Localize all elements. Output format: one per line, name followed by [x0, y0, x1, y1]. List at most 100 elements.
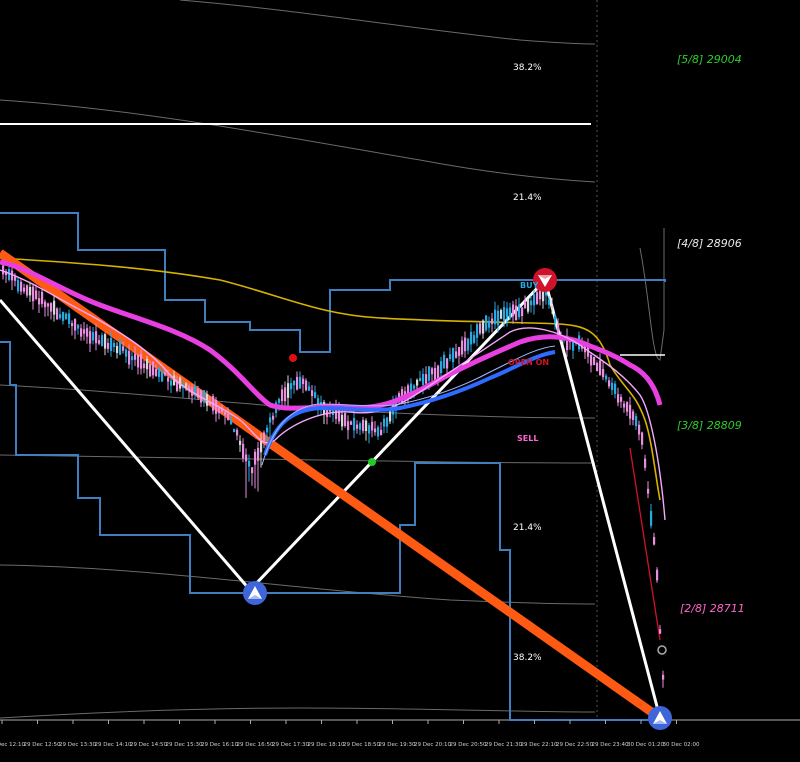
x-axis-tick-label: 29 Dec 21:30	[485, 742, 522, 748]
fib-label: 38.2%	[513, 63, 542, 73]
candle-body	[80, 328, 83, 337]
candle-body	[446, 358, 449, 369]
candle-body	[464, 337, 467, 352]
candle-body	[164, 372, 167, 376]
candle-body	[626, 402, 629, 412]
candle-body	[644, 458, 647, 468]
candle-body	[377, 427, 380, 437]
candle-body	[359, 423, 362, 430]
candle-body	[20, 281, 23, 292]
candle-body	[614, 383, 617, 394]
candle-body	[65, 313, 68, 320]
murrey-label-3-8: [3/8] 28809	[677, 419, 742, 432]
candle-body	[527, 299, 530, 312]
candle-body	[509, 307, 512, 319]
candle-body	[599, 360, 602, 376]
candle-body	[245, 454, 248, 462]
candle-body	[44, 301, 47, 308]
candle-body	[662, 674, 665, 680]
candle-body	[497, 310, 500, 326]
candle-body	[440, 361, 443, 374]
candle-body	[107, 343, 110, 349]
candle-body	[161, 371, 164, 382]
candle-body	[302, 378, 305, 384]
candle-body	[380, 429, 383, 436]
candle-body	[71, 323, 74, 327]
candle-body	[590, 355, 593, 366]
murrey-label-5-8: [5/8] 29004	[677, 53, 742, 66]
candle-body	[68, 313, 71, 324]
candle-body	[50, 303, 53, 312]
x-axis-tick-label: 29 Dec 15:30	[166, 742, 203, 748]
x-axis-tick-label: 29 Dec 17:30	[272, 742, 309, 748]
x-axis-tick-label: 30 Dec 02:00	[663, 742, 700, 748]
candle-body	[167, 377, 170, 382]
candle-body	[266, 427, 269, 433]
candle-body	[659, 629, 662, 634]
candle-body	[263, 432, 266, 441]
candle-body	[635, 416, 638, 427]
candle-body	[236, 429, 239, 436]
candle-body	[239, 440, 242, 445]
candle-body	[602, 369, 605, 377]
candle-body	[653, 537, 656, 545]
candle-body	[413, 385, 416, 389]
x-axis-tick-label: 29 Dec 19:30	[379, 742, 416, 748]
candle-body	[35, 290, 38, 299]
candle-body	[368, 425, 371, 434]
candle-body	[449, 354, 452, 359]
candle-body	[641, 432, 644, 445]
candle-body	[314, 392, 317, 398]
candle-body	[224, 412, 227, 415]
price-chart[interactable]: 38.2% 21.4% 21.4% 38.2% BUY OPEN ON SELL…	[0, 0, 800, 762]
candle-body	[362, 419, 365, 431]
murrey-label-2-8: [2/8] 28711	[680, 602, 745, 615]
candle-body	[596, 362, 599, 371]
murrey-label-4-8: [4/8] 28906	[677, 237, 742, 250]
candle-body	[350, 421, 353, 425]
signal-open-label: OPEN ON	[508, 358, 549, 367]
candle-body	[260, 441, 263, 453]
candle-body	[119, 340, 122, 355]
candle-body	[476, 324, 479, 338]
candle-body	[551, 305, 554, 309]
fib-label: 21.4%	[513, 523, 542, 533]
candle-body	[17, 280, 20, 292]
candle-body	[170, 380, 173, 386]
candle-body	[374, 428, 377, 433]
candle-body	[605, 375, 608, 380]
x-axis-tick-label: 29 Dec 18:10	[308, 742, 345, 748]
candle-body	[512, 304, 515, 316]
candle-body	[620, 396, 623, 402]
candle-body	[554, 315, 557, 324]
candle-body	[431, 368, 434, 375]
candle-body	[419, 377, 422, 381]
chart-background	[0, 0, 800, 762]
candle-body	[455, 351, 458, 358]
candle-body	[482, 320, 485, 334]
pivot-up-icon[interactable]	[243, 581, 267, 605]
x-axis-tick-label: 29 Dec 20:50	[450, 742, 487, 748]
candle-body	[479, 323, 482, 334]
candle-body	[86, 328, 89, 337]
candle-body	[425, 374, 428, 384]
candle-body	[488, 320, 491, 328]
candle-body	[428, 366, 431, 381]
x-axis-tick-label: 29 Dec 13:30	[59, 742, 96, 748]
pivot-up-icon[interactable]	[648, 706, 672, 730]
candle-body	[95, 331, 98, 344]
candle-body	[461, 340, 464, 355]
candle-body	[452, 347, 455, 363]
candle-body	[38, 298, 41, 305]
candle-body	[503, 307, 506, 321]
candle-body	[74, 318, 77, 331]
x-axis-tick-label: 29 Dec 18:50	[343, 742, 380, 748]
candle-body	[92, 332, 95, 341]
candle-body	[494, 309, 497, 325]
candle-body	[26, 285, 29, 296]
candle-body	[155, 369, 158, 377]
candle-body	[296, 376, 299, 390]
candle-body	[131, 356, 134, 361]
candle-body	[287, 383, 290, 398]
candle-body	[632, 411, 635, 420]
